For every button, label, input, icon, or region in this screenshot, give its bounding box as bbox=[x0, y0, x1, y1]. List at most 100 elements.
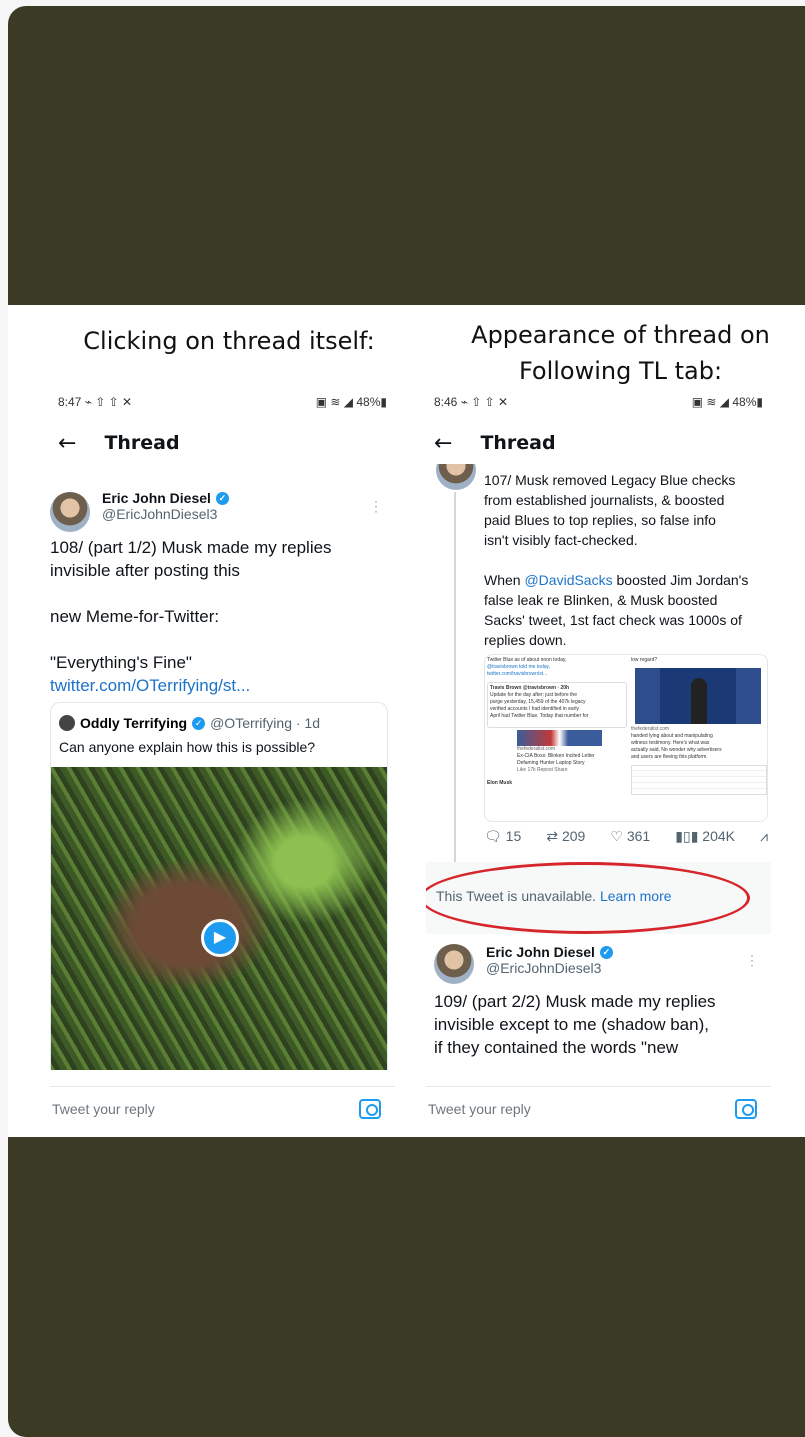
tweet-line: replies down. bbox=[484, 632, 567, 648]
notification-icons: ⌁ ⇧ ⇧ ✕ bbox=[460, 395, 509, 409]
thread-header: ← Thread bbox=[434, 426, 556, 460]
embed-photo bbox=[635, 668, 761, 724]
embed-text: verified accounts I had identified in ea… bbox=[490, 706, 579, 712]
right-phone-screen: 8:46 ⌁ ⇧ ⇧ ✕ ▣ ≋ ◢ 48%▮ ← Thread 107/ Mu… bbox=[426, 390, 771, 1130]
like-action[interactable]: ♡ 361 bbox=[610, 828, 650, 845]
tweet-line: from established journalists, & boosted bbox=[484, 492, 725, 508]
tweet-line: 108/ (part 1/2) Musk made my replies bbox=[50, 538, 332, 557]
back-arrow-icon[interactable]: ← bbox=[434, 431, 452, 456]
reply-bar: Tweet your reply bbox=[50, 1086, 395, 1130]
left-phone-screen: 8:47 ⌁ ⇧ ⇧ ✕ ▣ ≋ ◢ 48%▮ ← Thread Eric Jo… bbox=[50, 390, 395, 1130]
share-icon[interactable]: ⩘ bbox=[760, 828, 768, 845]
embed-text: Defaming Hunter Laptop Story bbox=[517, 760, 585, 766]
quote-text: Can anyone explain how this is possible? bbox=[59, 739, 316, 755]
header-title: Thread bbox=[480, 432, 556, 454]
views-count: 204K bbox=[702, 828, 735, 844]
notification-icons: ⌁ ⇧ ⇧ ✕ bbox=[84, 395, 133, 409]
reply-count: 15 bbox=[505, 828, 522, 844]
header-title: Thread bbox=[104, 432, 180, 454]
quote-name: Oddly Terrifying bbox=[80, 715, 188, 731]
retweet-action[interactable]: ⇄ 209 bbox=[546, 828, 585, 845]
tweet-107-text: 107/ Musk removed Legacy Blue checks fro… bbox=[484, 470, 769, 650]
battery-icon: ▮ bbox=[380, 395, 387, 409]
battery-percent: 48% bbox=[732, 395, 757, 409]
tweet-line: invisible except to me (shadow ban), bbox=[434, 1015, 709, 1034]
author-name: Eric John Diesel bbox=[102, 490, 211, 506]
heart-icon: ♡ bbox=[610, 828, 623, 844]
status-bar: 8:46 ⌁ ⇧ ⇧ ✕ ▣ ≋ ◢ 48%▮ bbox=[434, 392, 763, 412]
verified-badge-icon: ✓ bbox=[599, 945, 613, 959]
reply-icon: 🗨 bbox=[484, 828, 502, 844]
status-time: 8:46 bbox=[434, 395, 458, 409]
image-frame: Clicking on thread itself: Appearance of… bbox=[8, 6, 805, 1437]
embed-text: thefederalist.com bbox=[517, 746, 556, 752]
tweet-109-text: 109/ (part 2/2) Musk made my replies inv… bbox=[434, 990, 771, 1059]
media-screenshot-right: low regard? thefederalist.com handed lyi… bbox=[631, 657, 767, 821]
views-action[interactable]: ▮▯▮ 204K bbox=[675, 828, 735, 845]
embed-text: and users are fleeing this platform. bbox=[631, 754, 708, 760]
back-arrow-icon[interactable]: ← bbox=[58, 431, 76, 456]
views-icon: ▮▯▮ bbox=[675, 828, 699, 844]
embed-text: witness testimony. Here's what was bbox=[631, 740, 710, 746]
status-time: 8:47 bbox=[58, 395, 82, 409]
embed-text: Elon Musk bbox=[487, 780, 513, 786]
tweet-author[interactable]: Eric John Diesel ✓ @EricJohnDiesel3 bbox=[486, 944, 613, 976]
embed-link: twitter.com/travisbrown/st... bbox=[487, 671, 548, 677]
tweet-line: invisible after posting this bbox=[50, 561, 240, 580]
quote-avatar bbox=[59, 715, 75, 731]
quoted-tweet-card[interactable]: Oddly Terrifying ✓ @OTerrifying · 1d Can… bbox=[50, 702, 388, 1070]
embed-quote: Travis Brown @travisbrown · 20h Update f… bbox=[487, 682, 627, 728]
red-highlight-circle bbox=[426, 862, 750, 934]
tweet-line: 109/ (part 2/2) Musk made my replies bbox=[434, 992, 716, 1011]
caption-right-line2: Following TL tab: bbox=[518, 357, 723, 385]
media-screenshot-left: Twitter Blue as of about noon today, @tr… bbox=[487, 657, 627, 821]
battery-percent: 48% bbox=[356, 395, 381, 409]
battery-icon: ▮ bbox=[756, 395, 763, 409]
tweet-link[interactable]: twitter.com/OTerrifying/st... bbox=[50, 674, 390, 697]
like-count: 361 bbox=[626, 828, 651, 844]
verified-badge-icon: ✓ bbox=[215, 491, 229, 505]
author-handle: @EricJohnDiesel3 bbox=[102, 506, 218, 522]
reply-input[interactable]: Tweet your reply bbox=[52, 1101, 155, 1117]
embed-text: Update for the day after: just before th… bbox=[490, 692, 577, 698]
thread-line bbox=[454, 492, 456, 862]
retweet-icon: ⇄ bbox=[546, 828, 559, 844]
more-options-icon[interactable]: ⋮ bbox=[745, 952, 759, 969]
reply-input[interactable]: Tweet your reply bbox=[428, 1101, 531, 1117]
camera-icon[interactable] bbox=[735, 1098, 757, 1119]
thread-header: ← Thread bbox=[58, 426, 180, 460]
embed-text: April had Twitter Blue. Today that numbe… bbox=[490, 713, 589, 719]
embed-text: thefederalist.com bbox=[631, 726, 670, 732]
embed-text: Travis Brown @travisbrown · 20h bbox=[490, 685, 570, 691]
video-thumbnail[interactable]: ▶ bbox=[51, 767, 387, 1070]
tweet-author[interactable]: Eric John Diesel ✓ @EricJohnDiesel3 bbox=[102, 490, 229, 522]
text-span: When bbox=[484, 572, 525, 588]
embed-text: Like 17k Repost Share bbox=[517, 767, 568, 773]
text-span: boosted Jim Jordan's bbox=[612, 572, 749, 588]
embed-thread bbox=[631, 765, 767, 795]
tweet-line: Sacks' tweet, 1st fact check was 1000s o… bbox=[484, 612, 742, 628]
tweet-line: isn't visibly fact-checked. bbox=[484, 532, 638, 548]
play-icon[interactable]: ▶ bbox=[201, 919, 239, 957]
avatar[interactable] bbox=[434, 944, 474, 984]
tweet-line: "Everything's Fine" bbox=[50, 653, 192, 672]
embed-figure bbox=[691, 678, 707, 724]
status-bar: 8:47 ⌁ ⇧ ⇧ ✕ ▣ ≋ ◢ 48%▮ bbox=[58, 392, 387, 412]
signal-icons: ▣ ≋ ◢ bbox=[315, 395, 357, 409]
tweet-media[interactable]: Twitter Blue as of about noon today, @tr… bbox=[484, 654, 768, 822]
embed-text: purge yesterday, 15,459 of the 407k lega… bbox=[490, 699, 586, 705]
screenshot-composite: Clicking on thread itself: Appearance of… bbox=[8, 305, 805, 1137]
thread-content: 107/ Musk removed Legacy Blue checks fro… bbox=[426, 464, 771, 1070]
reply-action[interactable]: 🗨 15 bbox=[484, 828, 521, 845]
mention-link[interactable]: @DavidSacks bbox=[524, 572, 612, 588]
more-options-icon[interactable]: ⋮ bbox=[369, 498, 383, 515]
caption-right-line1: Appearance of thread on bbox=[471, 321, 770, 349]
tweet-line: paid Blues to top replies, so false info bbox=[484, 512, 716, 528]
author-name: Eric John Diesel bbox=[486, 944, 595, 960]
quote-author: Oddly Terrifying ✓ @OTerrifying · 1d bbox=[59, 715, 320, 731]
tweet-actions: 🗨 15 ⇄ 209 ♡ 361 ▮▯▮ 204K ⩘ bbox=[484, 828, 768, 845]
avatar[interactable] bbox=[436, 464, 476, 490]
camera-icon[interactable] bbox=[359, 1098, 381, 1119]
retweet-count: 209 bbox=[561, 828, 586, 844]
avatar[interactable] bbox=[50, 492, 90, 532]
